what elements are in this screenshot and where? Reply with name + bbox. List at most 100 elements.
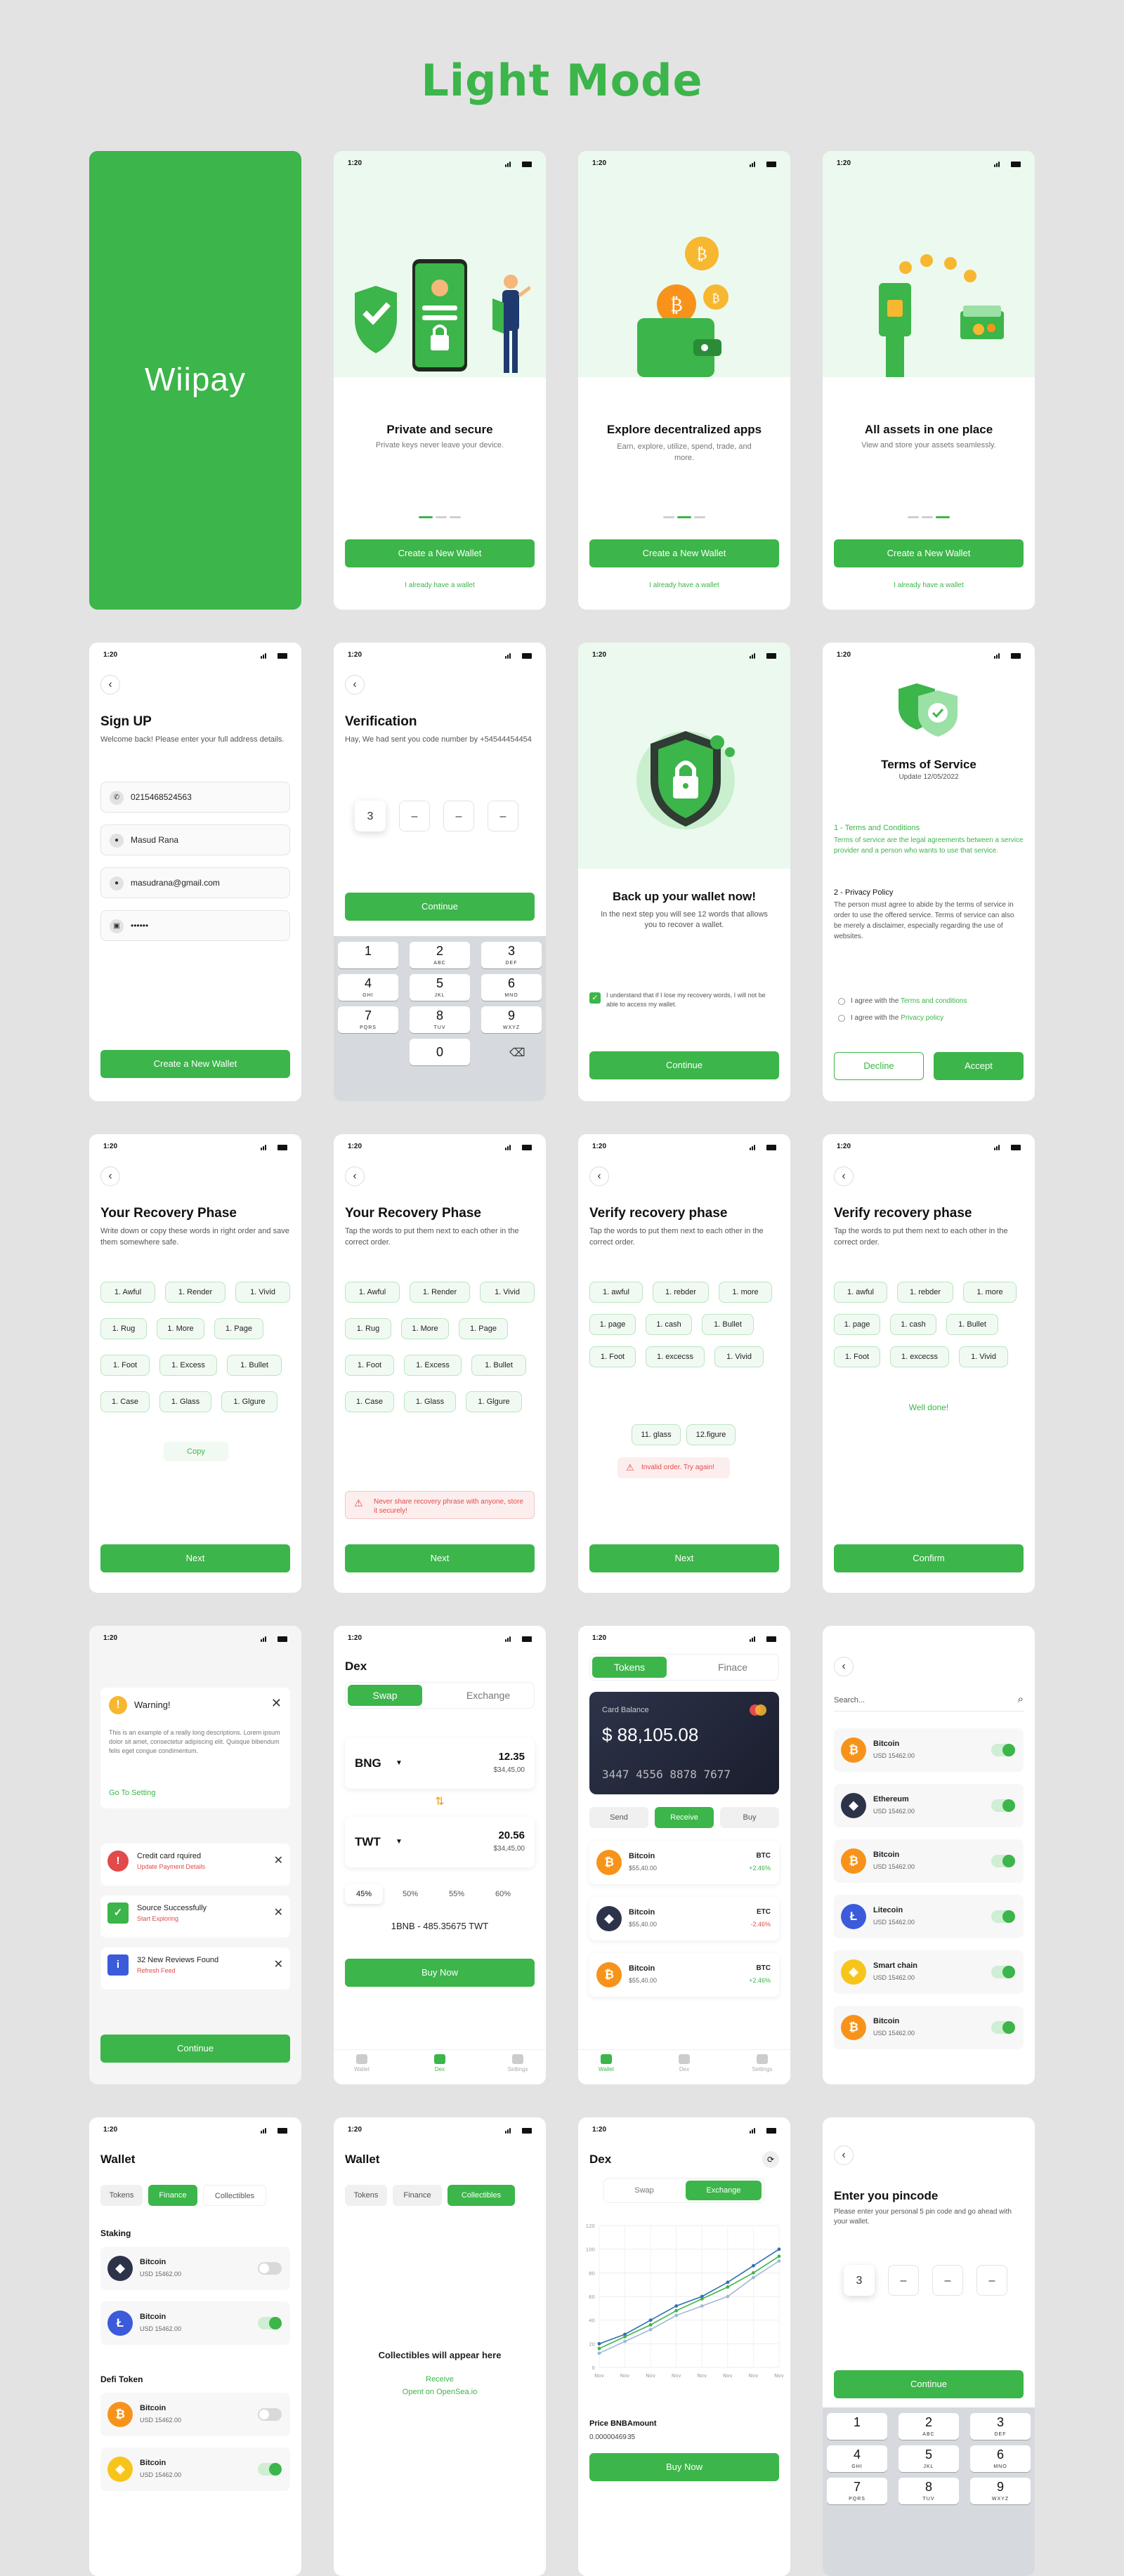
key-2[interactable]: 2 ABC xyxy=(410,942,470,968)
percent-45[interactable]: 45% xyxy=(345,1884,383,1904)
create-wallet-button[interactable]: Create a New Wallet xyxy=(834,539,1024,567)
tab-collectibles[interactable]: Collectibles xyxy=(203,2185,266,2206)
key-7[interactable]: 7 PQRS xyxy=(827,2478,887,2504)
staking-toggle[interactable] xyxy=(258,2317,282,2329)
key-5[interactable]: 5 JKL xyxy=(410,974,470,1001)
tab-exchange[interactable]: Exchange xyxy=(444,1685,532,1706)
key-1[interactable]: 1 xyxy=(827,2413,887,2440)
tab-finance[interactable]: Finace xyxy=(688,1657,777,1678)
token-row[interactable]: ◆ Bitcoin $55,40.00 ETC -2.46% xyxy=(589,1897,779,1940)
password-field[interactable]: ▣ •••••• xyxy=(100,910,290,941)
code-digit-3[interactable]: – xyxy=(443,801,474,832)
word-chip[interactable]: 1. Render xyxy=(165,1282,226,1303)
nav-dex[interactable]: Dex xyxy=(663,2054,705,2072)
word-chip[interactable]: 1. Foot xyxy=(834,1346,880,1367)
swap-arrows-icon[interactable]: ⇅ xyxy=(334,1794,546,1808)
word-chip[interactable]: 1. cash xyxy=(890,1314,936,1335)
key-1[interactable]: 1 xyxy=(338,942,398,968)
key-9[interactable]: 9 WXYZ xyxy=(481,1006,542,1033)
opensea-link[interactable]: Opent on OpenSea.io xyxy=(334,2388,546,2396)
word-chip[interactable]: 1. Bullet xyxy=(471,1355,526,1376)
token-toggle[interactable] xyxy=(991,1855,1015,1867)
email-field[interactable]: ● masudrana@gmail.com xyxy=(100,867,290,898)
pin-digit-3[interactable]: – xyxy=(932,2265,963,2296)
back-button[interactable]: ‹ xyxy=(345,1167,365,1186)
copy-button[interactable]: Copy xyxy=(164,1442,228,1461)
search-icon[interactable]: ⌕ xyxy=(1018,1693,1024,1705)
key-4[interactable]: 4 GHI xyxy=(338,974,398,1001)
back-button[interactable]: ‹ xyxy=(589,1167,609,1186)
nav-wallet[interactable]: Wallet xyxy=(585,2054,627,2072)
search-bar[interactable]: Search... ⌕ xyxy=(834,1693,1024,1711)
create-wallet-button[interactable]: Create a New Wallet xyxy=(100,1050,290,1078)
tab-exchange[interactable]: Exchange xyxy=(686,2181,762,2200)
token-toggle[interactable] xyxy=(991,2021,1015,2034)
receive-link[interactable]: Receive xyxy=(334,2375,546,2384)
privacy-link[interactable]: Privacy policy xyxy=(901,1014,943,1022)
code-digit-2[interactable]: – xyxy=(399,801,430,832)
receive-button[interactable]: Receive xyxy=(655,1807,714,1828)
word-chip[interactable]: 1. page xyxy=(589,1314,636,1335)
tab-swap[interactable]: Swap xyxy=(606,2181,682,2200)
word-chip[interactable]: 1. Glgure xyxy=(466,1391,522,1412)
to-token-card[interactable]: TWT ▼ 20.56 $34,45,00 xyxy=(345,1817,535,1867)
next-button[interactable]: Next xyxy=(589,1544,779,1572)
terms-link[interactable]: Terms and conditions xyxy=(901,997,967,1005)
terms-radio[interactable] xyxy=(838,998,845,1005)
word-chip[interactable]: 1. Rug xyxy=(100,1318,147,1339)
next-button[interactable]: Next xyxy=(345,1544,535,1572)
continue-button[interactable]: Continue xyxy=(589,1051,779,1079)
buy-now-button[interactable]: Buy Now xyxy=(589,2453,779,2481)
existing-wallet-link[interactable]: I already have a wallet xyxy=(823,581,1035,589)
word-chip[interactable]: 1. excecss xyxy=(646,1346,705,1367)
back-button[interactable]: ‹ xyxy=(345,675,365,695)
word-chip[interactable]: 1. Bullet xyxy=(946,1314,998,1335)
existing-wallet-link[interactable]: I already have a wallet xyxy=(334,581,546,589)
nav-wallet[interactable]: Wallet xyxy=(341,2054,383,2072)
buy-now-button[interactable]: Buy Now xyxy=(345,1959,535,1987)
pin-digit-1[interactable]: 3 xyxy=(844,2265,875,2296)
word-chip[interactable]: 1. Foot xyxy=(345,1355,394,1376)
word-chip[interactable]: 1. excecss xyxy=(890,1346,949,1367)
word-chip[interactable]: 1. rebder xyxy=(897,1282,953,1303)
word-chip[interactable]: 1. Case xyxy=(345,1391,394,1412)
tab-tokens[interactable]: Tokens xyxy=(592,1657,667,1678)
agree-checkbox[interactable]: ✓ xyxy=(589,992,601,1004)
word-chip[interactable]: 1. awful xyxy=(834,1282,887,1303)
token-toggle[interactable] xyxy=(991,1910,1015,1923)
existing-wallet-link[interactable]: I already have a wallet xyxy=(578,581,790,589)
key-6[interactable]: 6 MNO xyxy=(970,2445,1031,2472)
create-wallet-button[interactable]: Create a New Wallet xyxy=(345,539,535,567)
phone-field[interactable]: ✆ 0215468524563 xyxy=(100,782,290,813)
word-chip[interactable]: 1. Awful xyxy=(345,1282,400,1303)
notification-item[interactable]: i 32 New Reviews Found Refresh Feed ✕ xyxy=(100,1947,290,1990)
word-chip[interactable]: 1. more xyxy=(719,1282,772,1303)
word-chip[interactable]: 1. More xyxy=(157,1318,204,1339)
name-field[interactable]: ● Masud Rana xyxy=(100,824,290,855)
continue-button[interactable]: Continue xyxy=(834,2370,1024,2398)
from-token-card[interactable]: BNG ▼ 12.35 $34,45,00 xyxy=(345,1738,535,1789)
tab-collectibles[interactable]: Collectibles xyxy=(447,2185,515,2206)
word-chip[interactable]: 1. Glass xyxy=(404,1391,456,1412)
word-chip[interactable]: 1. page xyxy=(834,1314,880,1335)
word-chip[interactable]: 1. Excess xyxy=(404,1355,462,1376)
word-chip[interactable]: 1. Bullet xyxy=(227,1355,282,1376)
key-9[interactable]: 9 WXYZ xyxy=(970,2478,1031,2504)
word-chip[interactable]: 1. Vivid xyxy=(480,1282,535,1303)
key-8[interactable]: 8 TUV xyxy=(898,2478,959,2504)
key-2[interactable]: 2 ABC xyxy=(898,2413,959,2440)
code-digit-4[interactable]: – xyxy=(488,801,518,832)
nav-settings[interactable]: Settings xyxy=(497,2054,539,2072)
key-5[interactable]: 5 JKL xyxy=(898,2445,959,2472)
key-8[interactable]: 8 TUV xyxy=(410,1006,470,1033)
token-toggle[interactable] xyxy=(991,1966,1015,1978)
word-chip[interactable]: 1. Glgure xyxy=(221,1391,277,1412)
picked-word[interactable]: 12.figure xyxy=(686,1424,736,1445)
continue-button[interactable]: Continue xyxy=(345,893,535,921)
notification-item[interactable]: ✓ Source Successfully Start Exploring ✕ xyxy=(100,1895,290,1938)
word-chip[interactable]: 1. Page xyxy=(459,1318,508,1339)
send-button[interactable]: Send xyxy=(589,1807,648,1828)
continue-button[interactable]: Continue xyxy=(100,2035,290,2063)
percent-55[interactable]: 55% xyxy=(438,1884,476,1904)
word-chip[interactable]: 1. Case xyxy=(100,1391,150,1412)
